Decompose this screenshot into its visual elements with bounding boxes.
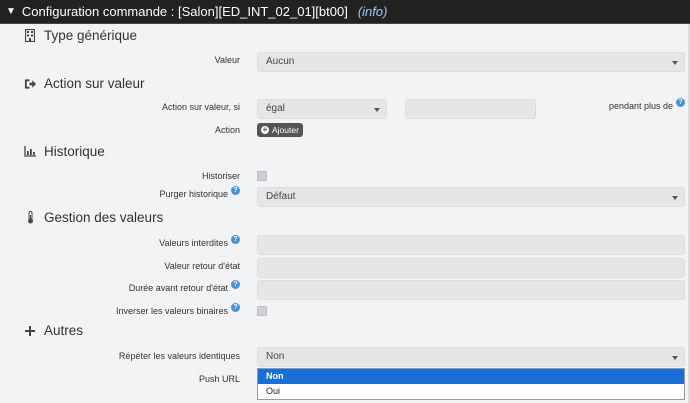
valeur-retour-etat-label: Valeur retour d'état — [164, 261, 240, 271]
section-historique: Historique — [24, 144, 105, 159]
question-icon[interactable]: ? — [231, 234, 240, 244]
building-icon — [24, 29, 36, 43]
historiser-checkbox[interactable] — [257, 171, 267, 181]
chevron-down-icon — [672, 356, 678, 360]
action-sur-valeur-si-label: Action sur valeur, si — [161, 102, 240, 112]
historiser-label: Historiser — [201, 171, 240, 181]
page-title: Configuration commande : [Salon][ED_INT_… — [21, 3, 348, 19]
add-action-button[interactable]: + Ajouter — [257, 123, 303, 137]
plus-icon: + — [261, 125, 269, 134]
duree-avant-retour-input[interactable] — [257, 280, 685, 300]
collapse-caret-icon[interactable]: ▼ — [6, 0, 16, 24]
valeurs-interdites-input[interactable] — [257, 235, 685, 255]
condition-select[interactable]: égal — [257, 99, 387, 119]
purger-historique-select[interactable]: Défaut — [257, 187, 685, 207]
condition-value-input[interactable] — [405, 99, 536, 119]
question-icon[interactable]: ? — [231, 185, 240, 195]
question-icon[interactable]: ? — [676, 97, 685, 107]
info-link[interactable]: (info) — [358, 0, 388, 24]
window-titlebar: ▼ Configuration commande : [Salon][ED_IN… — [0, 0, 690, 24]
chevron-down-icon — [672, 196, 678, 200]
inverser-binaires-label: Inverser les valeurs binaires? — [90, 302, 240, 316]
chevron-down-icon — [374, 108, 380, 112]
duree-avant-retour-label: Durée avant retour d'état? — [100, 279, 240, 293]
section-title: Autres — [44, 323, 84, 338]
question-icon[interactable]: ? — [231, 279, 240, 289]
valeur-retour-etat-input[interactable] — [257, 258, 685, 278]
section-title: Type générique — [44, 28, 138, 43]
thermometer-icon — [24, 211, 36, 225]
purger-historique-label: Purger historique? — [100, 185, 240, 199]
section-action-sur-valeur: Action sur valeur — [24, 76, 145, 91]
dropdown-option-oui[interactable]: Oui — [258, 384, 684, 399]
question-icon[interactable]: ? — [231, 302, 240, 312]
repeter-identiques-label: Répéter les valeurs identiques — [118, 351, 240, 361]
valeur-label: Valeur — [214, 55, 240, 65]
section-type-generique: Type générique — [24, 28, 137, 43]
section-title: Gestion des valeurs — [44, 210, 164, 225]
repeter-dropdown-list: Non Oui — [257, 368, 685, 400]
repeter-identiques-select[interactable]: Non — [257, 347, 685, 367]
valeur-select[interactable]: Aucun — [257, 52, 685, 72]
action-label: Action — [214, 125, 240, 135]
sign-out-icon — [24, 77, 36, 91]
plus-icon — [24, 324, 36, 338]
inverser-binaires-checkbox[interactable] — [257, 306, 267, 316]
bar-chart-icon — [24, 145, 36, 159]
section-title: Action sur valeur — [44, 76, 145, 91]
section-title: Historique — [44, 144, 105, 159]
section-autres: Autres — [24, 323, 83, 338]
chevron-down-icon — [672, 61, 678, 65]
dropdown-option-non[interactable]: Non — [258, 369, 684, 384]
push-url-label: Push URL — [198, 374, 240, 384]
pendant-plus-de-label: pendant plus de? — [600, 97, 685, 111]
section-gestion-valeurs: Gestion des valeurs — [24, 210, 163, 225]
valeurs-interdites-label: Valeurs interdites? — [100, 234, 240, 248]
